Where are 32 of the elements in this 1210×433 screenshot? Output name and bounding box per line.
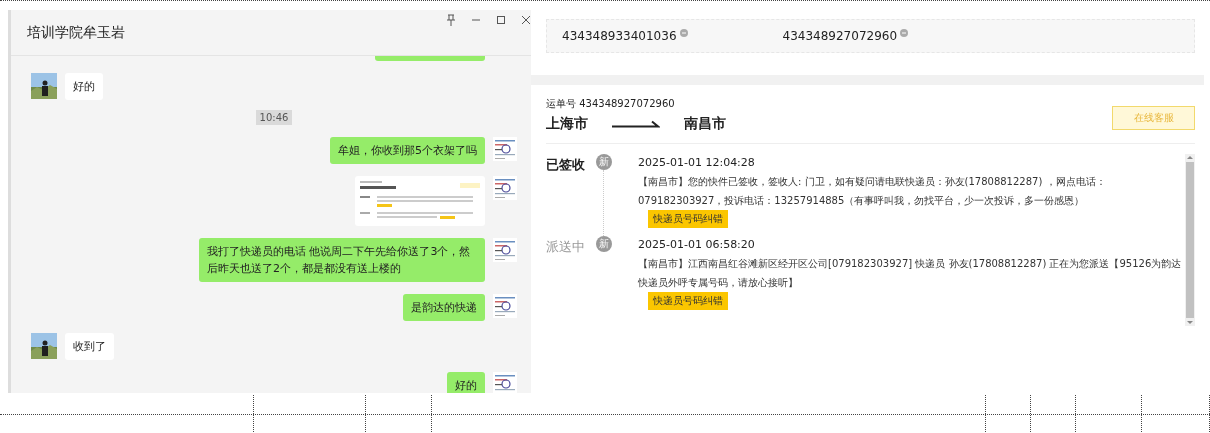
waybill-number: 运单号 434348927072960	[546, 97, 676, 111]
tracking-number: 434348933401036	[562, 29, 677, 43]
remove-icon[interactable]	[679, 29, 688, 37]
status-label: 派送中	[546, 238, 586, 256]
window-title: 培训学院牟玉岩	[27, 23, 125, 42]
message-bubble: 好的	[447, 372, 485, 393]
correction-button[interactable]: 快递员号码纠错	[648, 210, 728, 228]
message-bubble: 收到了	[65, 333, 114, 360]
message-bubble: 是韵达的快递	[403, 294, 485, 321]
timestamp: 10:46	[255, 110, 293, 125]
scrollbar[interactable]	[1185, 154, 1195, 326]
event-time: 2025-01-01 12:04:28	[638, 155, 755, 171]
tracking-number: 434348927072960	[782, 29, 898, 43]
scroll-up-icon[interactable]	[1185, 154, 1195, 160]
scroll-down-icon[interactable]	[1185, 320, 1195, 326]
maximize-icon[interactable]	[496, 15, 506, 25]
pin-icon[interactable]	[446, 14, 456, 26]
new-badge: 新	[596, 236, 612, 252]
origin-city: 上海市	[546, 115, 588, 133]
message-bubble: 牟姐，你收到那5个衣架了吗	[330, 137, 485, 164]
destination-city: 南昌市	[684, 115, 726, 133]
remove-icon[interactable]	[900, 29, 909, 37]
event-description: 【南昌市】江西南昌红谷滩新区经开区公司[079182303927] 快递员 孙友(17808812287) 正在为您派送【95126为韵达快递员外呼专属号码，请放心接听】	[638, 257, 1183, 290]
correction-button[interactable]: 快递员号码纠错	[648, 292, 728, 310]
new-badge: 新	[596, 154, 612, 170]
status-label: 已签收	[546, 156, 586, 174]
event-time: 2025-01-01 06:58:20	[638, 237, 755, 253]
event-description: 【南昌市】您的快件已签收，签收人: 门卫，如有疑问请电联快递员：孙友(17808812287) ，网点电话：079182303927，投诉电话：13257914885（有事呼叫我，勿找平台，少一次投诉，多一份感恩）	[638, 175, 1107, 208]
close-icon[interactable]	[521, 15, 531, 25]
scroll-thumb[interactable]	[1186, 162, 1194, 318]
message-bubble: 我打了快递员的电话 他说周二下午先给你送了3个，然后昨天也送了2个，都是都没有送上楼的	[199, 238, 485, 282]
message-bubble: 好的	[65, 73, 103, 100]
